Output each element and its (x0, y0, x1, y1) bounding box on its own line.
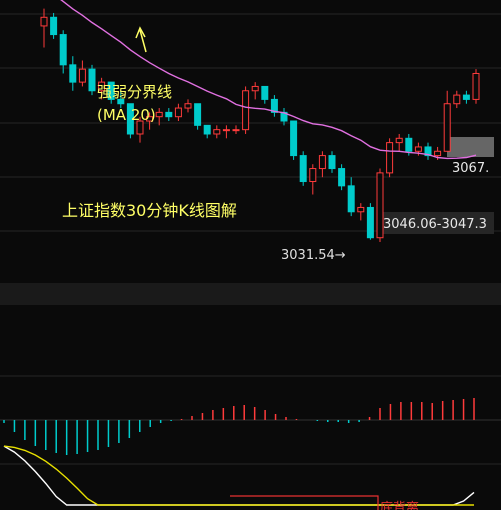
candle-body (69, 64, 77, 83)
candle-body (184, 103, 192, 109)
candle-body (386, 142, 394, 174)
candle-body (299, 155, 307, 183)
candle-body (405, 137, 413, 152)
chart-title: 上证指数30分钟K线图解 (62, 201, 237, 220)
candle-body (443, 103, 451, 152)
candle-body (88, 68, 96, 92)
divergence-bracket (230, 495, 379, 510)
ma-label-title: 强弱分界线 (97, 83, 172, 101)
candle-body (462, 94, 470, 100)
candle-body (328, 155, 336, 170)
candle-body (222, 129, 230, 132)
candle-body (50, 16, 58, 36)
candle-body (261, 85, 269, 100)
gap-label: 3046.06-3047.3 (383, 217, 487, 232)
candle-body (395, 137, 403, 144)
low-label: 3031.54→ (281, 248, 346, 263)
candle-body (213, 129, 221, 135)
candle-body (174, 107, 182, 118)
candle-body (434, 150, 442, 157)
candle-body (357, 206, 365, 213)
candle-body (366, 206, 374, 239)
candle-body (453, 94, 461, 105)
candle-body (40, 16, 48, 27)
panel-separator (0, 283, 501, 305)
candle-body (59, 34, 67, 66)
candle-body (203, 124, 211, 135)
candle-body (232, 129, 240, 132)
ma-label-sub: (MA 20) (97, 106, 156, 124)
candle-body (251, 85, 259, 92)
price-tag-box (447, 137, 494, 157)
candle-body (194, 103, 202, 126)
chart-root: 强弱分界线 (MA 20) 上证指数30分钟K线图解 3031.54→ 3046… (0, 0, 501, 510)
candle-body (338, 168, 346, 187)
candle-body (165, 111, 173, 118)
candle-body (414, 146, 422, 152)
candle-body (318, 155, 326, 170)
ma20-line (60, 0, 477, 160)
divergence-label: 底背离 (380, 500, 419, 510)
candle-body (290, 120, 298, 157)
candle-body (242, 90, 250, 131)
kline-chart: 强弱分界线 (MA 20) 上证指数30分钟K线图解 3031.54→ 3046… (0, 0, 501, 510)
candle-body (472, 72, 480, 100)
price-tag-label: 3067. (452, 161, 489, 176)
candle-body (155, 111, 163, 118)
candle-body (309, 168, 317, 183)
candle-body (347, 185, 355, 213)
candle-body (78, 68, 86, 83)
